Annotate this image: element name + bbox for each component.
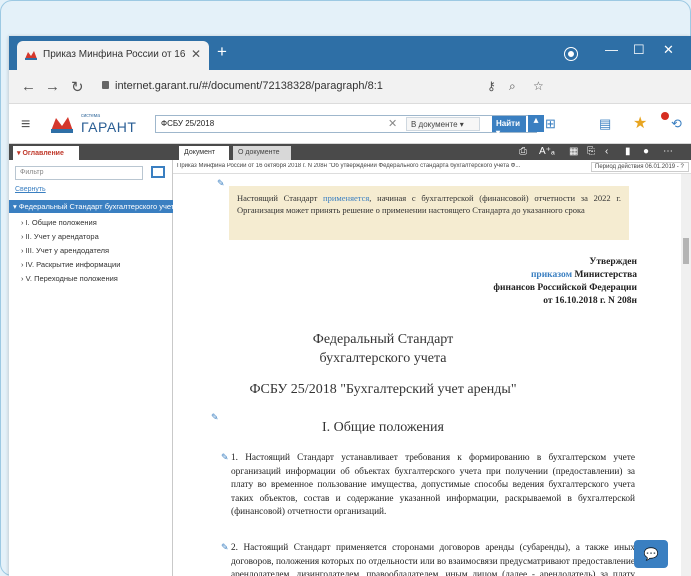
- search-scope-select[interactable]: В документе ▾: [406, 117, 480, 131]
- tab-title: Приказ Минфина России от 16: [43, 49, 185, 60]
- chat-support-icon[interactable]: 💬: [634, 540, 668, 568]
- reload-icon[interactable]: ↻: [71, 78, 84, 96]
- url-field[interactable]: internet.garant.ru/#/document/72138328/p…: [115, 80, 383, 92]
- toc-filter-input[interactable]: Фильтр: [15, 166, 143, 180]
- back-icon[interactable]: ←: [21, 78, 36, 95]
- toc-item-label: III. Учет у арендодателя: [25, 246, 110, 255]
- document-title: Федеральный Стандарт бухгалтерского учет…: [173, 330, 593, 368]
- notice-text-pre: Настоящий Стандарт: [237, 193, 324, 203]
- toc-selected-item[interactable]: ▾ Федеральный Стандарт бухгалтерского уч…: [9, 200, 173, 213]
- new-tab-icon[interactable]: +: [217, 42, 227, 62]
- paragraph-2: 2. Настоящий Стандарт применяется сторон…: [231, 543, 635, 576]
- toc-item[interactable]: › II. Учет у арендатора: [21, 232, 99, 241]
- notification-badge: [661, 112, 669, 120]
- tab-document[interactable]: Документ: [179, 146, 229, 160]
- document-tabs: Документ О документе ⎙ A⁺ₐ ▦ ⎘ ‹ ▮ ● ⋯: [173, 144, 691, 160]
- find-button[interactable]: Найти ▾: [492, 116, 526, 137]
- garant-tab-icon: [25, 51, 37, 60]
- search-settings-icon[interactable]: ⊞: [545, 116, 556, 132]
- approved-title: Утвержден: [589, 257, 637, 267]
- ministry-name: финансов Российской Федерации: [493, 283, 637, 293]
- maximize-icon[interactable]: ☐: [633, 42, 645, 58]
- paragraph-marker-icon[interactable]: ✎: [221, 452, 229, 463]
- print-icon[interactable]: ⎙: [519, 146, 527, 157]
- paragraph-marker-icon[interactable]: ✎: [221, 542, 229, 553]
- browser-tab[interactable]: Приказ Минфина России от 16 ✕: [17, 41, 209, 70]
- info-icon[interactable]: ●: [643, 146, 649, 157]
- toc-item-label: II. Учет у арендатора: [25, 232, 99, 241]
- browser-window: Приказ Минфина России от 16 ✕ + — ☐ ✕ ← …: [9, 36, 691, 576]
- bookmark-star-icon[interactable]: ☆: [533, 79, 544, 93]
- toc-item[interactable]: › III. Учет у арендодателя: [21, 246, 109, 255]
- toc-item[interactable]: › V. Переходные положения: [21, 274, 118, 283]
- minimize-icon[interactable]: —: [605, 42, 618, 57]
- applicability-notice: Настоящий Стандарт применяется, начиная …: [229, 186, 629, 240]
- history-icon[interactable]: ⟲: [671, 116, 682, 132]
- section-heading: I. Общие положения: [322, 420, 444, 435]
- forward-icon[interactable]: →: [45, 78, 60, 95]
- clear-search-icon[interactable]: ✕: [388, 117, 397, 130]
- toc-header: ▾ Оглавление: [9, 144, 173, 160]
- search-box: ФСБУ 25/2018 ✕ В документе ▾ Найти ▾ ▴: [155, 115, 544, 137]
- document-info-bar: Приказ Минфина России от 16 октября 2018…: [173, 160, 691, 174]
- extended-search-icon[interactable]: ▴: [528, 115, 544, 132]
- favorites-star-icon[interactable]: ★: [633, 113, 647, 133]
- search-input[interactable]: ФСБУ 25/2018: [161, 119, 214, 128]
- tab-about-document[interactable]: О документе: [233, 146, 291, 160]
- toc-item-label: V. Переходные положения: [25, 274, 118, 283]
- bookmark-icon[interactable]: ▮: [625, 146, 631, 157]
- menu-icon[interactable]: ≡: [21, 116, 30, 134]
- lock-icon: [102, 81, 109, 89]
- compare-icon[interactable]: ▦: [569, 146, 578, 157]
- paragraph-1: 1. Настоящий Стандарт устанавливает треб…: [231, 453, 635, 517]
- notice-link[interactable]: применяется: [323, 193, 369, 203]
- filter-toggle-icon[interactable]: [151, 166, 165, 178]
- order-date: от 16.10.2018 г. N 208н: [543, 296, 637, 306]
- address-bar-row: ← → ↻ internet.garant.ru/#/document/7213…: [9, 70, 691, 104]
- printer-icon[interactable]: ⎘: [587, 146, 595, 157]
- order-link[interactable]: приказом: [531, 270, 572, 280]
- document-body: ✎ Настоящий Стандарт применяется, начина…: [173, 174, 681, 576]
- profile-icon[interactable]: [565, 48, 577, 60]
- garant-logo-icon: [51, 117, 73, 133]
- browser-titlebar: Приказ Минфина России от 16 ✕ + — ☐ ✕: [9, 36, 691, 70]
- toc-item-label: I. Общие положения: [25, 218, 97, 227]
- garant-toolbar: ≡ система ГАРАНТ ФСБУ 25/2018 ✕ В докуме…: [9, 104, 691, 144]
- font-size-icon[interactable]: A⁺ₐ: [539, 146, 555, 157]
- toc-item-label: IV. Раскрытие информации: [25, 260, 121, 269]
- toc-item[interactable]: › IV. Раскрытие информации: [21, 260, 120, 269]
- more-icon[interactable]: ⋯: [663, 146, 673, 157]
- approval-block: Утвержден приказом Министерства финансов…: [493, 256, 637, 308]
- document-full-title: Приказ Минфина России от 16 октября 2018…: [177, 163, 521, 169]
- share-icon[interactable]: ‹: [605, 146, 608, 157]
- zoom-icon[interactable]: ⌕: [509, 79, 516, 94]
- tab-close-icon[interactable]: ✕: [191, 47, 201, 61]
- paragraph-marker-icon[interactable]: ✎: [217, 178, 225, 189]
- tab-toc[interactable]: ▾ Оглавление: [13, 146, 79, 160]
- find-button-label: Найти: [496, 119, 520, 128]
- title-line-1: Федеральный Стандарт: [312, 332, 454, 347]
- title-line-2: бухгалтерского учета: [319, 351, 447, 366]
- toc-selected-label: Федеральный Стандарт бухгалтерского учет…: [18, 202, 173, 211]
- tab-toc-label: Оглавление: [22, 150, 64, 157]
- toc-item[interactable]: › I. Общие положения: [21, 218, 97, 227]
- key-icon[interactable]: ⚷: [487, 79, 496, 93]
- search-scope-label: В документе: [411, 120, 458, 129]
- standard-subtitle: ФСБУ 25/2018 "Бухгалтерский учет аренды": [249, 382, 517, 397]
- documents-icon[interactable]: ▤: [599, 116, 611, 132]
- toc-panel: ▾ Оглавление Фильтр Свернуть ▾ Федеральн…: [9, 144, 173, 576]
- ministry-text: Министерства: [572, 270, 637, 280]
- close-window-icon[interactable]: ✕: [663, 42, 674, 58]
- validity-period[interactable]: Период действия 06.01.2019 - ?: [591, 162, 689, 172]
- logo-text: ГАРАНТ: [81, 119, 137, 135]
- collapse-link[interactable]: Свернуть: [15, 186, 46, 193]
- approved-order-line: приказом Министерства: [493, 269, 637, 282]
- document-scrollbar[interactable]: [681, 174, 691, 576]
- scrollbar-thumb[interactable]: [683, 238, 689, 264]
